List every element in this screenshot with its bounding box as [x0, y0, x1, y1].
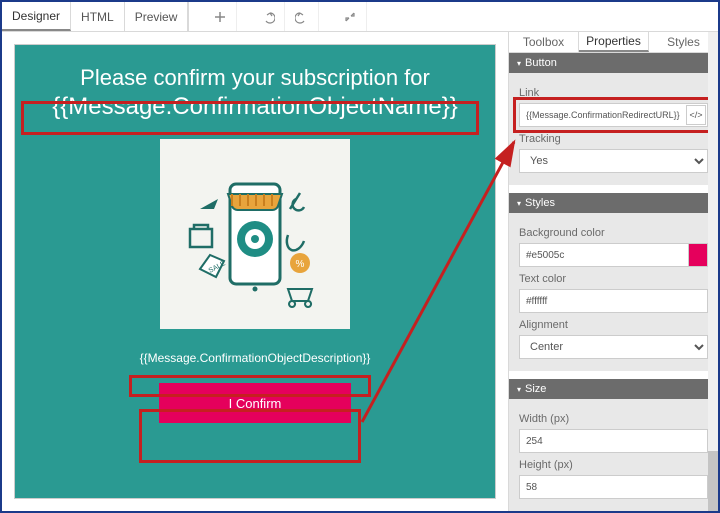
app-frame: Designer HTML Preview Please confirm you…	[0, 0, 720, 513]
section-styles-header[interactable]: ▾ Styles	[509, 193, 718, 213]
undo-icon	[261, 10, 275, 24]
link-label: Link	[519, 87, 708, 99]
bgcolor-swatch[interactable]	[688, 243, 708, 267]
sp-tab-toolbox[interactable]: Toolbox	[509, 32, 579, 52]
section-styles-title: Styles	[525, 197, 555, 209]
plus-icon	[213, 10, 227, 24]
section-size-header[interactable]: ▾ Size	[509, 379, 718, 399]
tab-designer[interactable]: Designer	[2, 2, 71, 31]
headline-text: Please confirm your subscription for	[80, 65, 430, 91]
textcolor-input[interactable]	[519, 289, 708, 313]
shop-illustration-icon: SALE %	[160, 139, 350, 329]
add-button[interactable]	[203, 2, 237, 31]
link-row: </>	[519, 103, 708, 127]
section-button-header[interactable]: ▾ Button	[509, 53, 718, 73]
sidepanel-scrollbar[interactable]	[708, 32, 718, 511]
object-desc-placeholder: {{Message.ConfirmationObjectDescription}…	[140, 351, 371, 365]
bgcolor-input[interactable]	[519, 243, 708, 267]
height-input[interactable]	[519, 475, 708, 499]
collapse-icon	[343, 10, 357, 24]
tab-preview[interactable]: Preview	[125, 2, 189, 31]
tracking-select[interactable]: Yes	[519, 149, 708, 173]
alignment-label: Alignment	[519, 319, 708, 331]
tracking-label: Tracking	[519, 133, 708, 145]
top-toolbar: Designer HTML Preview	[2, 2, 718, 32]
sp-tab-properties[interactable]: Properties	[579, 32, 649, 52]
confirm-button[interactable]: I Confirm	[159, 383, 351, 423]
canvas-wrap: Please confirm your subscription for {{M…	[2, 32, 508, 511]
section-size: ▾ Size Width (px) Height (px)	[509, 379, 718, 511]
redo-button[interactable]	[285, 2, 319, 31]
alignment-select[interactable]: Center	[519, 335, 708, 359]
svg-text:%: %	[296, 259, 305, 270]
width-label: Width (px)	[519, 413, 708, 425]
chevron-down-icon: ▾	[517, 199, 521, 208]
textcolor-label: Text color	[519, 273, 708, 285]
hero-illustration: SALE %	[160, 139, 350, 329]
chevron-down-icon: ▾	[517, 385, 521, 394]
tab-html[interactable]: HTML	[71, 2, 125, 31]
sidepanel-scrollbar-thumb[interactable]	[708, 451, 718, 511]
bgcolor-label: Background color	[519, 227, 708, 239]
redo-icon	[295, 10, 309, 24]
undo-button[interactable]	[251, 2, 285, 31]
width-input[interactable]	[519, 429, 708, 453]
link-input[interactable]	[519, 103, 708, 127]
main-area: Please confirm your subscription for {{M…	[2, 32, 718, 511]
section-button-title: Button	[525, 57, 557, 69]
macro-button[interactable]: </>	[686, 105, 706, 125]
height-label: Height (px)	[519, 459, 708, 471]
section-size-title: Size	[525, 383, 546, 395]
section-button: ▾ Button Link </> Tracking Yes	[509, 53, 718, 185]
collapse-button[interactable]	[333, 2, 367, 31]
section-styles: ▾ Styles Background color Text color Ali…	[509, 193, 718, 371]
mode-tabs: Designer HTML Preview	[2, 2, 189, 31]
side-panel: Toolbox Properties Styles ▾ Button Link …	[508, 32, 718, 511]
object-name-placeholder: {{Message.ConfirmationObjectName}}	[52, 93, 458, 121]
sidepanel-tabs: Toolbox Properties Styles	[509, 32, 718, 53]
email-canvas[interactable]: Please confirm your subscription for {{M…	[14, 44, 496, 499]
chevron-down-icon: ▾	[517, 59, 521, 68]
